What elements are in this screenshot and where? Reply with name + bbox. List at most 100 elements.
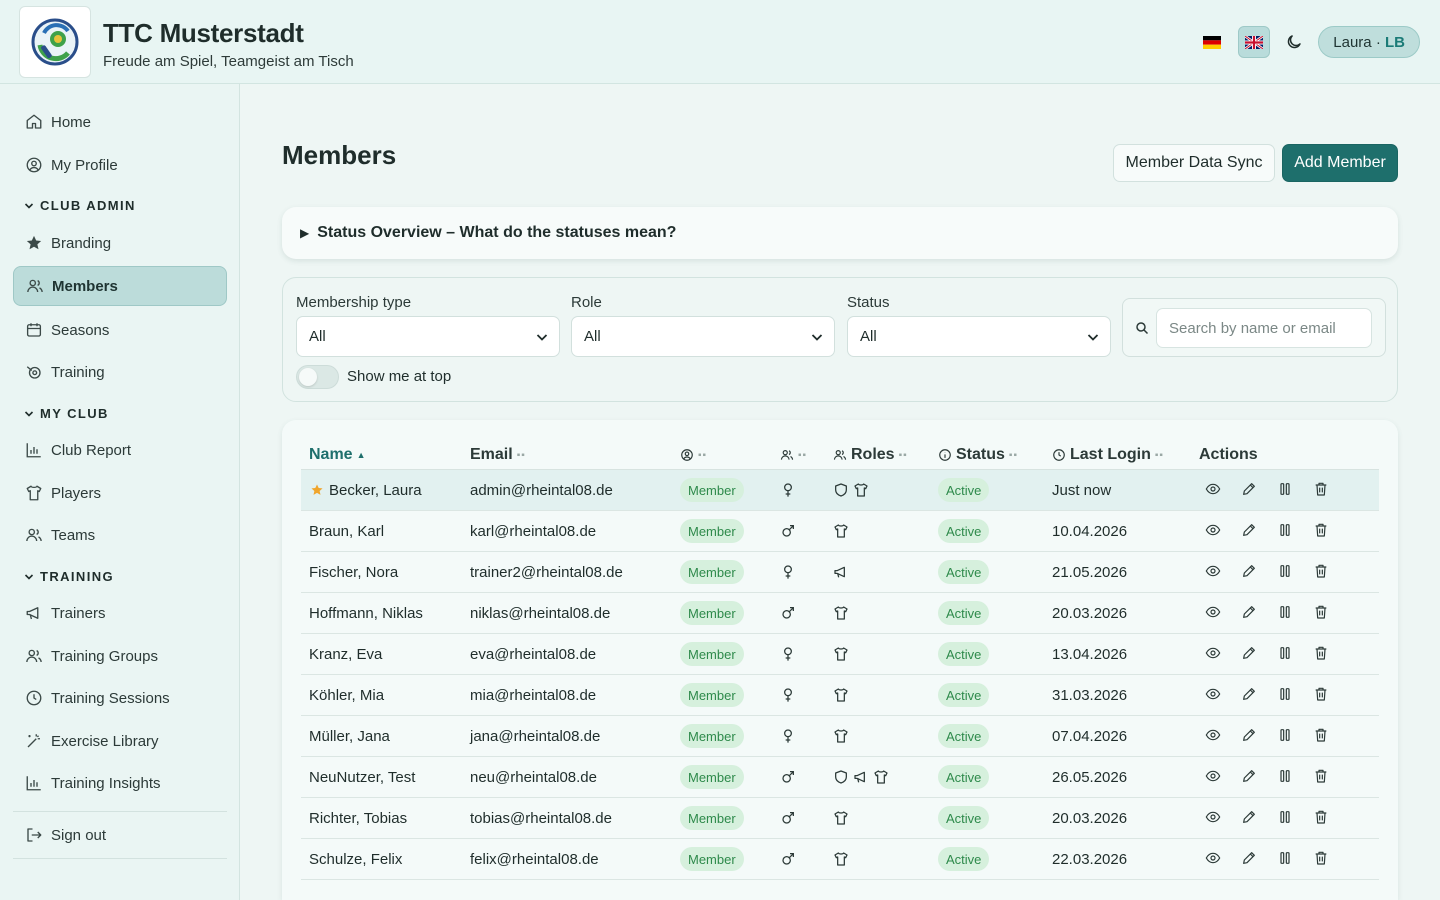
sidebar-item-club-report[interactable]: Club Report	[13, 430, 227, 470]
sidebar-item-training[interactable]: Training	[13, 352, 227, 392]
view-button[interactable]	[1205, 522, 1223, 540]
trash-icon	[1313, 809, 1329, 825]
sidebar-item-players[interactable]: Players	[13, 473, 227, 513]
table-row[interactable]: Hoffmann, Niklas niklas@rheintal08.de Memb…	[301, 593, 1379, 634]
sidebar-item-my-profile[interactable]: My Profile	[13, 145, 227, 185]
search-input[interactable]	[1156, 308, 1372, 348]
view-button[interactable]	[1205, 645, 1223, 663]
membership-badge: Member	[680, 642, 744, 666]
view-button[interactable]	[1205, 768, 1223, 786]
cell-last-login: 07.04.2026	[1052, 716, 1127, 756]
columns-button[interactable]	[1277, 686, 1295, 704]
dark-mode-toggle[interactable]	[1280, 26, 1308, 58]
column-header-email[interactable]: Email ▪▪	[470, 444, 526, 466]
language-en-button[interactable]	[1238, 26, 1271, 58]
columns-button[interactable]	[1277, 522, 1295, 540]
membership-type-select[interactable]: All	[296, 316, 560, 357]
view-button[interactable]	[1205, 481, 1223, 499]
columns-icon	[1277, 563, 1293, 579]
columns-button[interactable]	[1277, 850, 1295, 868]
column-header-name[interactable]: Name ▲	[309, 444, 366, 466]
delete-button[interactable]	[1313, 563, 1331, 581]
delete-button[interactable]	[1313, 809, 1331, 827]
table-row[interactable]: NeuNutzer, Test neu@rheintal08.de Member Ac…	[301, 757, 1379, 798]
edit-button[interactable]	[1241, 686, 1259, 704]
edit-button[interactable]	[1241, 522, 1259, 540]
columns-button[interactable]	[1277, 481, 1295, 499]
delete-button[interactable]	[1313, 522, 1331, 540]
table-row[interactable]: Kranz, Eva eva@rheintal08.de Member Active 1…	[301, 634, 1379, 675]
edit-button[interactable]	[1241, 727, 1259, 745]
delete-button[interactable]	[1313, 686, 1331, 704]
delete-button[interactable]	[1313, 727, 1331, 745]
view-button[interactable]	[1205, 727, 1223, 745]
edit-button[interactable]	[1241, 604, 1259, 622]
sidebar-item-trainers[interactable]: Trainers	[13, 593, 227, 633]
delete-button[interactable]	[1313, 481, 1331, 499]
sidebar-item-teams[interactable]: Teams	[13, 515, 227, 555]
column-header-roles[interactable]: Roles ▪▪	[833, 444, 908, 466]
member-data-sync-button[interactable]: Member Data Sync	[1113, 144, 1275, 182]
sidebar-item-training-insights[interactable]: Training Insights	[13, 763, 227, 803]
status-badge: Active	[938, 601, 990, 625]
section-training[interactable]: TRAINING	[24, 569, 114, 584]
table-row[interactable]: Richter, Tobias tobias@rheintal08.de Membe…	[301, 798, 1379, 839]
edit-button[interactable]	[1241, 481, 1259, 499]
sidebar-item-training-sessions[interactable]: Training Sessions	[13, 678, 227, 718]
add-member-button[interactable]: Add Member	[1282, 144, 1398, 182]
status-badge: Active	[938, 847, 990, 871]
last-login: 10.04.2026	[1052, 522, 1128, 540]
view-button[interactable]	[1205, 686, 1223, 704]
edit-button[interactable]	[1241, 645, 1259, 663]
sidebar-item-home[interactable]: Home	[13, 102, 227, 142]
table-row[interactable]: Schulze, Felix felix@rheintal08.de Member A…	[301, 839, 1379, 880]
table-row[interactable]: Fischer, Nora trainer2@rheintal08.de Membe…	[301, 552, 1379, 593]
columns-button[interactable]	[1277, 604, 1295, 622]
sidebar-item-training-groups[interactable]: Training Groups	[13, 636, 227, 676]
sidebar-item-branding[interactable]: Branding	[13, 223, 227, 263]
sidebar-item-exercise-library[interactable]: Exercise Library	[13, 721, 227, 761]
edit-button[interactable]	[1241, 563, 1259, 581]
column-header-status[interactable]: Status ▪▪	[938, 444, 1018, 466]
view-button[interactable]	[1205, 850, 1223, 868]
show-me-at-top-toggle[interactable]	[296, 365, 339, 389]
delete-button[interactable]	[1313, 604, 1331, 622]
table-row[interactable]: Becker, Laura admin@rheintal08.de Member Ac…	[301, 470, 1379, 511]
columns-button[interactable]	[1277, 768, 1295, 786]
edit-button[interactable]	[1241, 768, 1259, 786]
language-de-button[interactable]	[1196, 26, 1228, 58]
column-header-membership-type[interactable]: ▪▪	[680, 444, 707, 466]
sign-out-button[interactable]: Sign out	[13, 815, 227, 855]
table-row[interactable]: Braun, Karl karl@rheintal08.de Member Activ…	[301, 511, 1379, 552]
columns-button[interactable]	[1277, 645, 1295, 663]
delete-button[interactable]	[1313, 645, 1331, 663]
sidebar-item-label: Teams	[51, 526, 96, 544]
cell-email: admin@rheintal08.de	[470, 470, 613, 510]
column-header-last-login[interactable]: Last Login ▪▪	[1052, 444, 1164, 466]
cell-actions	[1205, 634, 1349, 674]
columns-button[interactable]	[1277, 809, 1295, 827]
section-my-club[interactable]: MY CLUB	[24, 406, 109, 421]
edit-button[interactable]	[1241, 850, 1259, 868]
view-button[interactable]	[1205, 604, 1223, 622]
edit-button[interactable]	[1241, 809, 1259, 827]
role-select[interactable]: All	[571, 316, 835, 357]
section-club-admin[interactable]: CLUB ADMIN	[24, 198, 136, 213]
user-menu-button[interactable]: Laura · LB	[1318, 26, 1420, 58]
view-button[interactable]	[1205, 563, 1223, 581]
view-button[interactable]	[1205, 809, 1223, 827]
table-row[interactable]: Müller, Jana jana@rheintal08.de Member Acti…	[301, 716, 1379, 757]
delete-button[interactable]	[1313, 768, 1331, 786]
table-row[interactable]: Köhler, Mia mia@rheintal08.de Member Active…	[301, 675, 1379, 716]
columns-button[interactable]	[1277, 727, 1295, 745]
status-badge: Active	[938, 560, 990, 584]
column-header-gender[interactable]: ▪▪	[780, 444, 807, 466]
eye-icon	[1205, 686, 1221, 702]
status-overview-toggle[interactable]: ▶ Status Overview – What do the statuses…	[282, 207, 1398, 259]
club-logo[interactable]	[19, 6, 91, 78]
status-select[interactable]: All	[847, 316, 1111, 357]
columns-button[interactable]	[1277, 563, 1295, 581]
sidebar-item-seasons[interactable]: Seasons	[13, 310, 227, 350]
sidebar-item-members[interactable]: Members	[13, 266, 227, 306]
delete-button[interactable]	[1313, 850, 1331, 868]
